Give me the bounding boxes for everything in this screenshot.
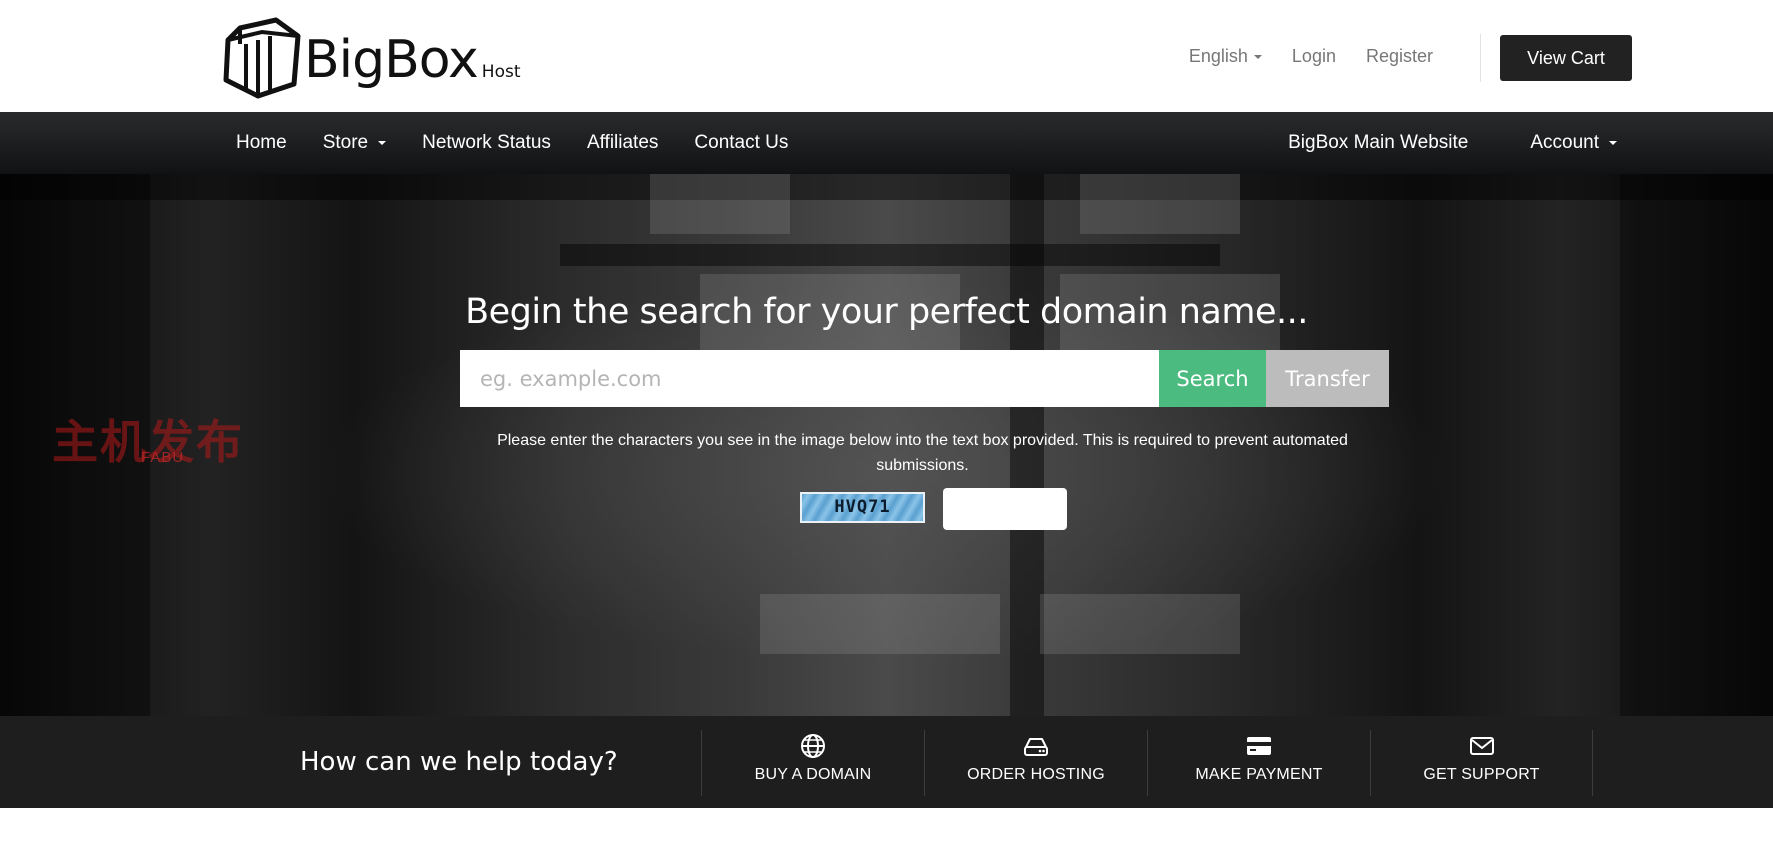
globe-icon (801, 734, 825, 758)
nav-store-label: Store (322, 132, 369, 153)
brand-name: BigBox (304, 30, 479, 90)
watermark-sub: FABU (141, 449, 185, 466)
brand-sub: Host (481, 62, 521, 82)
captcha-image: HVQ71 (800, 492, 925, 523)
ceiling-light (650, 174, 790, 234)
nav-account-label: Account (1530, 132, 1599, 153)
order-hosting-tile[interactable]: ORDER HOSTING (924, 730, 1147, 796)
floor-light (760, 594, 1000, 654)
nav-network-status[interactable]: Network Status (422, 132, 551, 154)
nav-main-website[interactable]: BigBox Main Website (1288, 132, 1468, 154)
login-link[interactable]: Login (1292, 46, 1336, 67)
page-footer-space (0, 808, 1773, 864)
nav-home[interactable]: Home (236, 132, 287, 154)
rack-shadow (1620, 174, 1773, 716)
register-link[interactable]: Register (1366, 46, 1433, 67)
ceiling-light (1080, 174, 1240, 234)
view-cart-button[interactable]: View Cart (1500, 35, 1632, 81)
nav-store[interactable]: Store (322, 132, 387, 154)
brand-logo[interactable]: BigBox Host (218, 12, 521, 102)
nav-left: Home Store Network Status Affiliates Con… (236, 112, 788, 174)
hero-domain-search: 主机发布 FABU Begin the search for your perf… (0, 174, 1773, 716)
envelope-icon (1469, 737, 1494, 755)
help-title: How can we help today? (300, 747, 618, 777)
nav-affiliates[interactable]: Affiliates (587, 132, 658, 154)
box-logo-icon (223, 17, 301, 99)
transfer-button[interactable]: Transfer (1266, 350, 1389, 407)
ceiling-beam (560, 244, 1220, 266)
credit-card-icon (1247, 737, 1271, 755)
nav-account[interactable]: Account (1530, 132, 1617, 154)
nav-right: BigBox Main Website Account (1288, 112, 1617, 174)
help-strip: How can we help today? BUY A DOMAIN ORDE… (0, 716, 1773, 808)
help-tiles: BUY A DOMAIN ORDER HOSTING MAKE PAYMENT (701, 730, 1593, 796)
main-nav: Home Store Network Status Affiliates Con… (0, 112, 1773, 174)
captcha-input[interactable] (943, 488, 1067, 530)
ceiling-beam (0, 174, 1773, 200)
language-selector[interactable]: English (1189, 46, 1262, 67)
chevron-down-icon (1609, 140, 1617, 145)
domain-search-input[interactable] (460, 350, 1159, 407)
tile-label: ORDER HOSTING (967, 766, 1105, 783)
tile-label: GET SUPPORT (1423, 766, 1540, 783)
top-header: BigBox Host English Login Register View … (0, 0, 1773, 112)
server-icon (1024, 738, 1048, 756)
get-support-tile[interactable]: GET SUPPORT (1370, 730, 1593, 796)
domain-search-bar: Search Transfer (460, 350, 1389, 407)
captcha-instructions: Please enter the characters you see in t… (497, 432, 1348, 474)
chevron-down-icon (1253, 54, 1262, 59)
nav-contact-us[interactable]: Contact Us (694, 132, 788, 154)
make-payment-tile[interactable]: MAKE PAYMENT (1147, 730, 1370, 796)
top-links: English Login Register (1189, 38, 1433, 74)
header-divider (1480, 34, 1481, 82)
search-button[interactable]: Search (1159, 350, 1266, 407)
tile-label: BUY A DOMAIN (754, 766, 872, 783)
hero-title: Begin the search for your perfect domain… (465, 292, 1308, 332)
chevron-down-icon (378, 140, 387, 145)
tile-label: MAKE PAYMENT (1195, 766, 1323, 783)
floor-light (1040, 594, 1240, 654)
language-label: English (1188, 45, 1248, 66)
buy-domain-tile[interactable]: BUY A DOMAIN (701, 730, 924, 796)
